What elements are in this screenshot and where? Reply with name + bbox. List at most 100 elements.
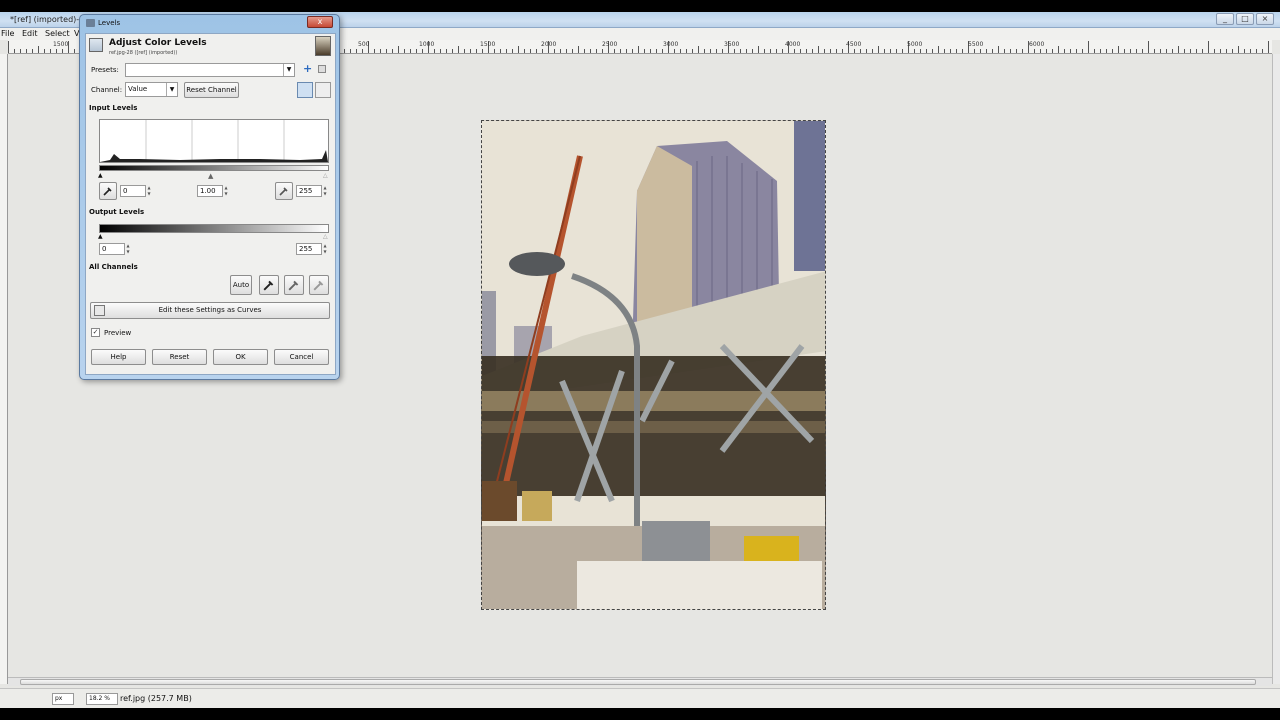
log-histogram-icon[interactable] [315, 82, 331, 98]
dialog-header: Adjust Color Levels [109, 38, 207, 48]
ruler-label: 4000 [785, 41, 801, 48]
close-window-button[interactable]: × [1256, 13, 1274, 25]
input-low-value: 0 [123, 187, 128, 195]
scroll-thumb[interactable] [20, 679, 1256, 685]
ruler-tick [566, 49, 567, 53]
ruler-tick [752, 49, 753, 53]
levels-tool-icon [89, 38, 103, 52]
ruler-tick [1040, 49, 1041, 53]
menu-file[interactable]: File [1, 29, 14, 38]
vertical-ruler[interactable] [0, 54, 8, 684]
presets-dropdown-icon[interactable]: ▼ [283, 64, 294, 76]
menu-select[interactable]: Select [45, 29, 70, 38]
ruler-tick [446, 49, 447, 53]
ruler-tick [1016, 49, 1017, 53]
ruler-tick [1172, 49, 1173, 53]
ruler-tick [14, 49, 15, 53]
ruler-tick [926, 49, 927, 53]
pick-gray-all-button[interactable] [284, 275, 304, 295]
ruler-tick [866, 49, 867, 53]
output-high-handle[interactable]: △ [323, 233, 328, 240]
ruler-tick [770, 49, 771, 53]
ok-button[interactable]: OK [213, 349, 268, 365]
ruler-tick [674, 49, 675, 53]
ruler-tick [1082, 49, 1083, 53]
ruler-tick [398, 46, 399, 53]
ruler-label: 5500 [968, 41, 984, 48]
input-high-field[interactable]: 255 [296, 185, 322, 197]
auto-button[interactable]: Auto [230, 275, 252, 295]
ruler-tick [974, 49, 975, 53]
input-high-spinner[interactable]: ▲ ▼ [322, 185, 328, 197]
input-high-value: 255 [299, 187, 313, 195]
ruler-tick [350, 49, 351, 53]
channel-dropdown-icon[interactable]: ▼ [166, 83, 177, 96]
ruler-tick [500, 49, 501, 53]
ruler-tick [1136, 49, 1137, 53]
reset-channel-button[interactable]: Reset Channel [184, 82, 239, 98]
help-button[interactable]: Help [91, 349, 146, 365]
presets-label: Presets: [91, 66, 119, 74]
eyedropper-white-icon [313, 280, 324, 291]
output-high-spinner[interactable]: ▲ ▼ [322, 243, 328, 255]
ruler-tick [680, 49, 681, 53]
input-high-handle[interactable]: △ [323, 172, 328, 179]
canvas-image[interactable] [481, 120, 826, 610]
black-point-picker[interactable] [99, 182, 117, 200]
ruler-tick [686, 49, 687, 53]
ruler-tick [530, 49, 531, 53]
ruler-tick [482, 49, 483, 53]
ruler-tick [614, 49, 615, 53]
reset-button[interactable]: Reset [152, 349, 207, 365]
preset-menu-icon[interactable] [318, 65, 326, 73]
ruler-tick [344, 49, 345, 53]
vertical-scrollbar[interactable] [1272, 54, 1280, 684]
ruler-tick [956, 49, 957, 53]
edit-as-curves-button[interactable]: Edit these Settings as Curves [90, 302, 330, 319]
linear-histogram-icon[interactable] [297, 82, 313, 98]
ruler-tick [740, 49, 741, 53]
minimize-button[interactable]: _ [1216, 13, 1234, 25]
zoom-value: 18.2 % [89, 695, 110, 702]
ruler-tick [1184, 49, 1185, 53]
maximize-button[interactable]: □ [1236, 13, 1254, 25]
preview-checkbox[interactable]: ✓ [91, 328, 100, 337]
output-low-field[interactable]: 0 [99, 243, 125, 255]
input-low-handle[interactable]: ▲ [98, 172, 103, 179]
ruler-tick [404, 49, 405, 53]
zoom-select[interactable]: 18.2 % [86, 693, 118, 705]
input-low-field[interactable]: 0 [120, 185, 146, 197]
pick-black-all-button[interactable] [259, 275, 279, 295]
ruler-tick [602, 49, 603, 53]
output-low-spinner[interactable]: ▲ ▼ [125, 243, 131, 255]
add-preset-icon[interactable]: + [303, 62, 312, 75]
ruler-tick [1166, 49, 1167, 53]
output-high-field[interactable]: 255 [296, 243, 322, 255]
ruler-tick [992, 49, 993, 53]
dialog-close-button[interactable]: x [307, 16, 333, 28]
ruler-tick [1142, 49, 1143, 53]
white-point-picker[interactable] [275, 182, 293, 200]
cancel-button[interactable]: Cancel [274, 349, 329, 365]
ruler-tick [902, 49, 903, 53]
ruler-tick [1070, 49, 1071, 53]
input-gamma-spinner[interactable]: ▲ ▼ [223, 185, 229, 197]
all-channels-heading: All Channels [89, 263, 138, 271]
histogram[interactable] [99, 119, 329, 163]
menu-edit[interactable]: Edit [22, 29, 38, 38]
input-low-spinner[interactable]: ▲ ▼ [146, 185, 152, 197]
unit-select[interactable]: px [52, 693, 74, 705]
ruler-tick [590, 49, 591, 53]
ruler-tick [506, 49, 507, 53]
ruler-tick [416, 49, 417, 53]
horizontal-scrollbar[interactable] [8, 677, 1272, 686]
pick-white-all-button[interactable] [309, 275, 329, 295]
output-low-handle[interactable]: ▲ [98, 233, 103, 240]
ruler-tick [758, 46, 759, 53]
input-gamma-field[interactable]: 1.00 [197, 185, 223, 197]
ruler-tick [1226, 49, 1227, 53]
ruler-tick [1250, 49, 1251, 53]
ruler-tick [818, 46, 819, 53]
presets-combo[interactable] [125, 63, 295, 77]
input-gamma-handle[interactable]: ▲ [208, 172, 213, 180]
